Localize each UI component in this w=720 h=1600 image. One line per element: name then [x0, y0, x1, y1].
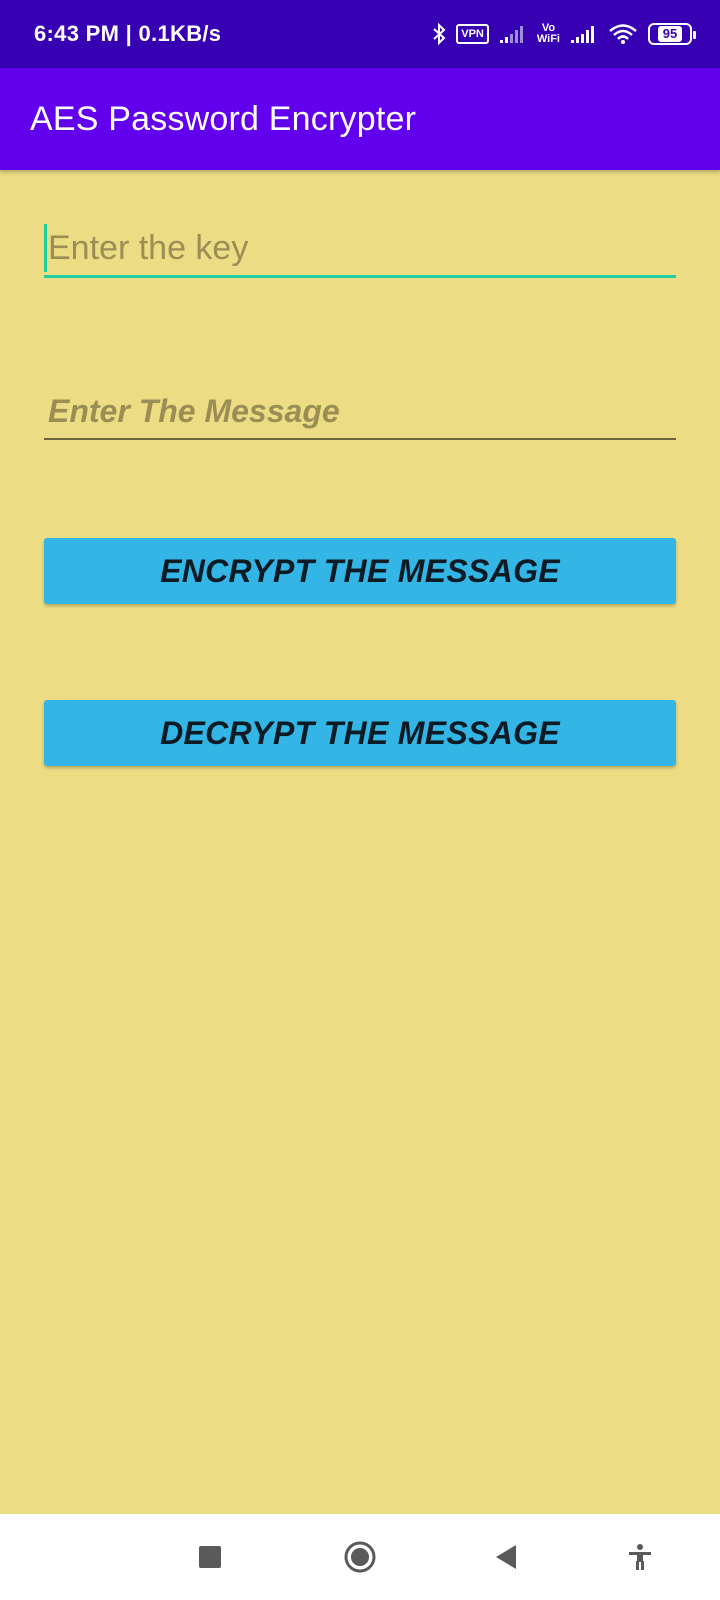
- key-field: [44, 222, 676, 278]
- status-bar: 6:43 PM | 0.1KB/s VPN Vo WiFi 95: [0, 0, 720, 68]
- vpn-icon: VPN: [456, 24, 489, 44]
- vowifi-icon: Vo WiFi: [537, 23, 560, 45]
- navigation-bar: [0, 1514, 720, 1600]
- signal-icon: [570, 24, 598, 44]
- status-icons: VPN Vo WiFi 95: [432, 22, 696, 46]
- app-bar: AES Password Encrypter: [0, 68, 720, 170]
- back-icon[interactable]: [466, 1514, 546, 1600]
- signal-icon: [499, 24, 527, 44]
- message-input[interactable]: [44, 384, 676, 438]
- recents-icon[interactable]: [170, 1514, 250, 1600]
- text-cursor: [44, 224, 47, 272]
- battery-level: 95: [657, 26, 683, 42]
- message-field: [44, 384, 676, 440]
- encrypt-button[interactable]: ENCRYPT THE MESSAGE: [44, 538, 676, 604]
- wifi-icon: [608, 23, 638, 45]
- status-time: 6:43 PM | 0.1KB/s: [34, 21, 222, 46]
- decrypt-button[interactable]: DECRYPT THE MESSAGE: [44, 700, 676, 766]
- key-input[interactable]: [44, 222, 676, 275]
- bluetooth-icon: [432, 22, 446, 46]
- vowifi-bottom-label: WiFi: [536, 33, 560, 45]
- accessibility-icon[interactable]: [600, 1514, 680, 1600]
- battery-icon: 95: [648, 23, 696, 45]
- app-title: AES Password Encrypter: [30, 99, 417, 138]
- home-icon[interactable]: [320, 1514, 400, 1600]
